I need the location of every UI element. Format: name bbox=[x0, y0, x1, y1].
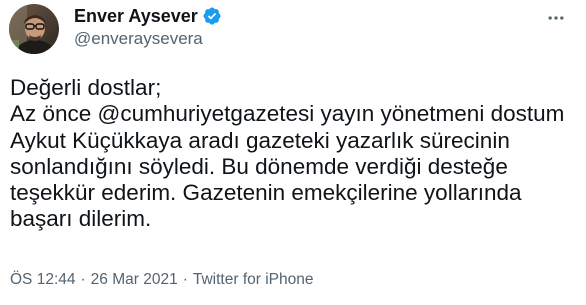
meta-separator: · bbox=[80, 271, 86, 288]
tweet-card: Enver Aysever @enveraysevera Değerli dos… bbox=[0, 0, 586, 305]
avatar-photo bbox=[9, 4, 59, 54]
author-name-row: Enver Aysever bbox=[74, 5, 222, 27]
meta-separator: · bbox=[182, 271, 188, 288]
tweet-text: Değerli dostlar; Az önce @cumhuriyetgaze… bbox=[10, 75, 565, 232]
tweet-time[interactable]: ÖS 12:44 bbox=[10, 271, 76, 289]
display-name[interactable]: Enver Aysever bbox=[74, 6, 198, 27]
more-horizontal-icon bbox=[548, 16, 564, 20]
verified-badge-icon bbox=[202, 6, 222, 26]
tweet-source[interactable]: Twitter for iPhone bbox=[193, 271, 314, 289]
author-handle[interactable]: @enveraysevera bbox=[74, 29, 203, 49]
avatar[interactable] bbox=[9, 4, 59, 54]
tweet-date[interactable]: 26 Mar 2021 bbox=[91, 271, 178, 289]
more-options-button[interactable] bbox=[544, 6, 568, 30]
tweet-meta: ÖS 12:44 · 26 Mar 2021 · Twitter for iPh… bbox=[10, 271, 313, 289]
